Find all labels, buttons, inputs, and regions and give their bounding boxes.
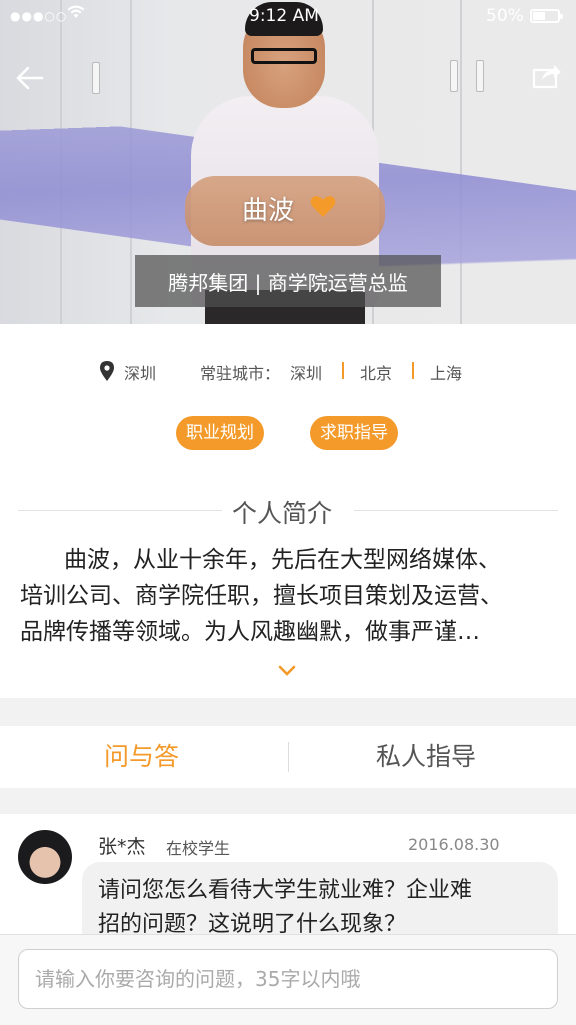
resident-city: 北京 [360,364,393,383]
tab-qa[interactable]: 问与答 [104,726,179,788]
question-input-bar [0,934,576,1025]
share-icon [532,65,561,89]
current-location: 深圳 [124,364,157,383]
intro-heading-text: 个人简介 [232,499,333,528]
expert-name: 曲波 [242,196,295,226]
avatar [18,830,72,884]
expert-title: 腾邦集团 | 商学院运营总监 [135,255,441,307]
chevron-down-icon[interactable] [277,664,297,678]
status-bar: ●●●○○ 9:12 AM 50% [0,0,576,32]
resident-city: 深圳 [290,364,323,383]
resident-city: 上海 [430,364,463,383]
question-user-role: 在校学生 [166,839,231,858]
heading-rule [354,510,558,511]
share-button[interactable] [532,62,562,90]
intro-line: 品牌传播等领域。为人风趣幽默，做事严谨… [20,619,480,645]
city-separator [412,362,414,379]
heart-icon [310,196,336,217]
location-pin-icon [100,361,114,381]
back-arrow-icon [16,66,44,90]
tab-private-guidance[interactable]: 私人指导 [376,726,476,788]
tag-job-guidance[interactable]: 求职指导 [310,416,398,450]
back-button[interactable] [14,62,46,94]
battery-percent: 50% [486,6,524,26]
intro-line: 曲波，从业十余年，先后在大型网络媒体、 [64,547,501,573]
battery-icon [530,9,563,23]
question-input[interactable] [18,949,558,1009]
question-line: 请问您怎么看待大学生就业难？企业难 [98,878,473,903]
signal-icon: ●●●○○ [10,9,68,23]
question-text: 请问您怎么看待大学生就业难？企业难 招的问题？这说明了什么现象？ [98,874,548,942]
photo-glasses [251,48,317,64]
resident-label: 常驻城市： [200,364,281,383]
city-separator [342,362,344,379]
wifi-icon [66,4,86,24]
question-date: 2016.08.30 [408,835,500,854]
intro-line: 培训公司、商学院任职，擅长项目策划及运营、 [20,583,503,609]
cabinet-handle [92,62,100,94]
profile-section: 深圳 常驻城市： 深圳 北京 上海 职业规划 求职指导 个人简介 曲波，从业十余… [0,324,576,698]
status-time: 9:12 AM [249,6,319,26]
cabinet-handle [450,60,458,92]
question-item[interactable]: 张*杰 在校学生 2016.08.30 请问您怎么看待大学生就业难？企业难 招的… [0,814,576,944]
heading-rule [18,510,222,511]
tab-bar: 问与答 私人指导 [0,726,576,788]
tab-divider [288,742,289,772]
intro-text: 曲波，从业十余年，先后在大型网络媒体、 培训公司、商学院任职，擅长项目策划及运营… [20,542,560,650]
favorite-button[interactable] [310,194,336,218]
tag-career-planning[interactable]: 职业规划 [176,416,264,450]
question-user: 张*杰 [98,836,146,858]
profile-hero: ●●●○○ 9:12 AM 50% 曲波 腾邦集团 | 商学院运营总监 [0,0,576,324]
cabinet-handle [476,60,484,92]
intro-heading: 个人简介 [0,492,576,532]
